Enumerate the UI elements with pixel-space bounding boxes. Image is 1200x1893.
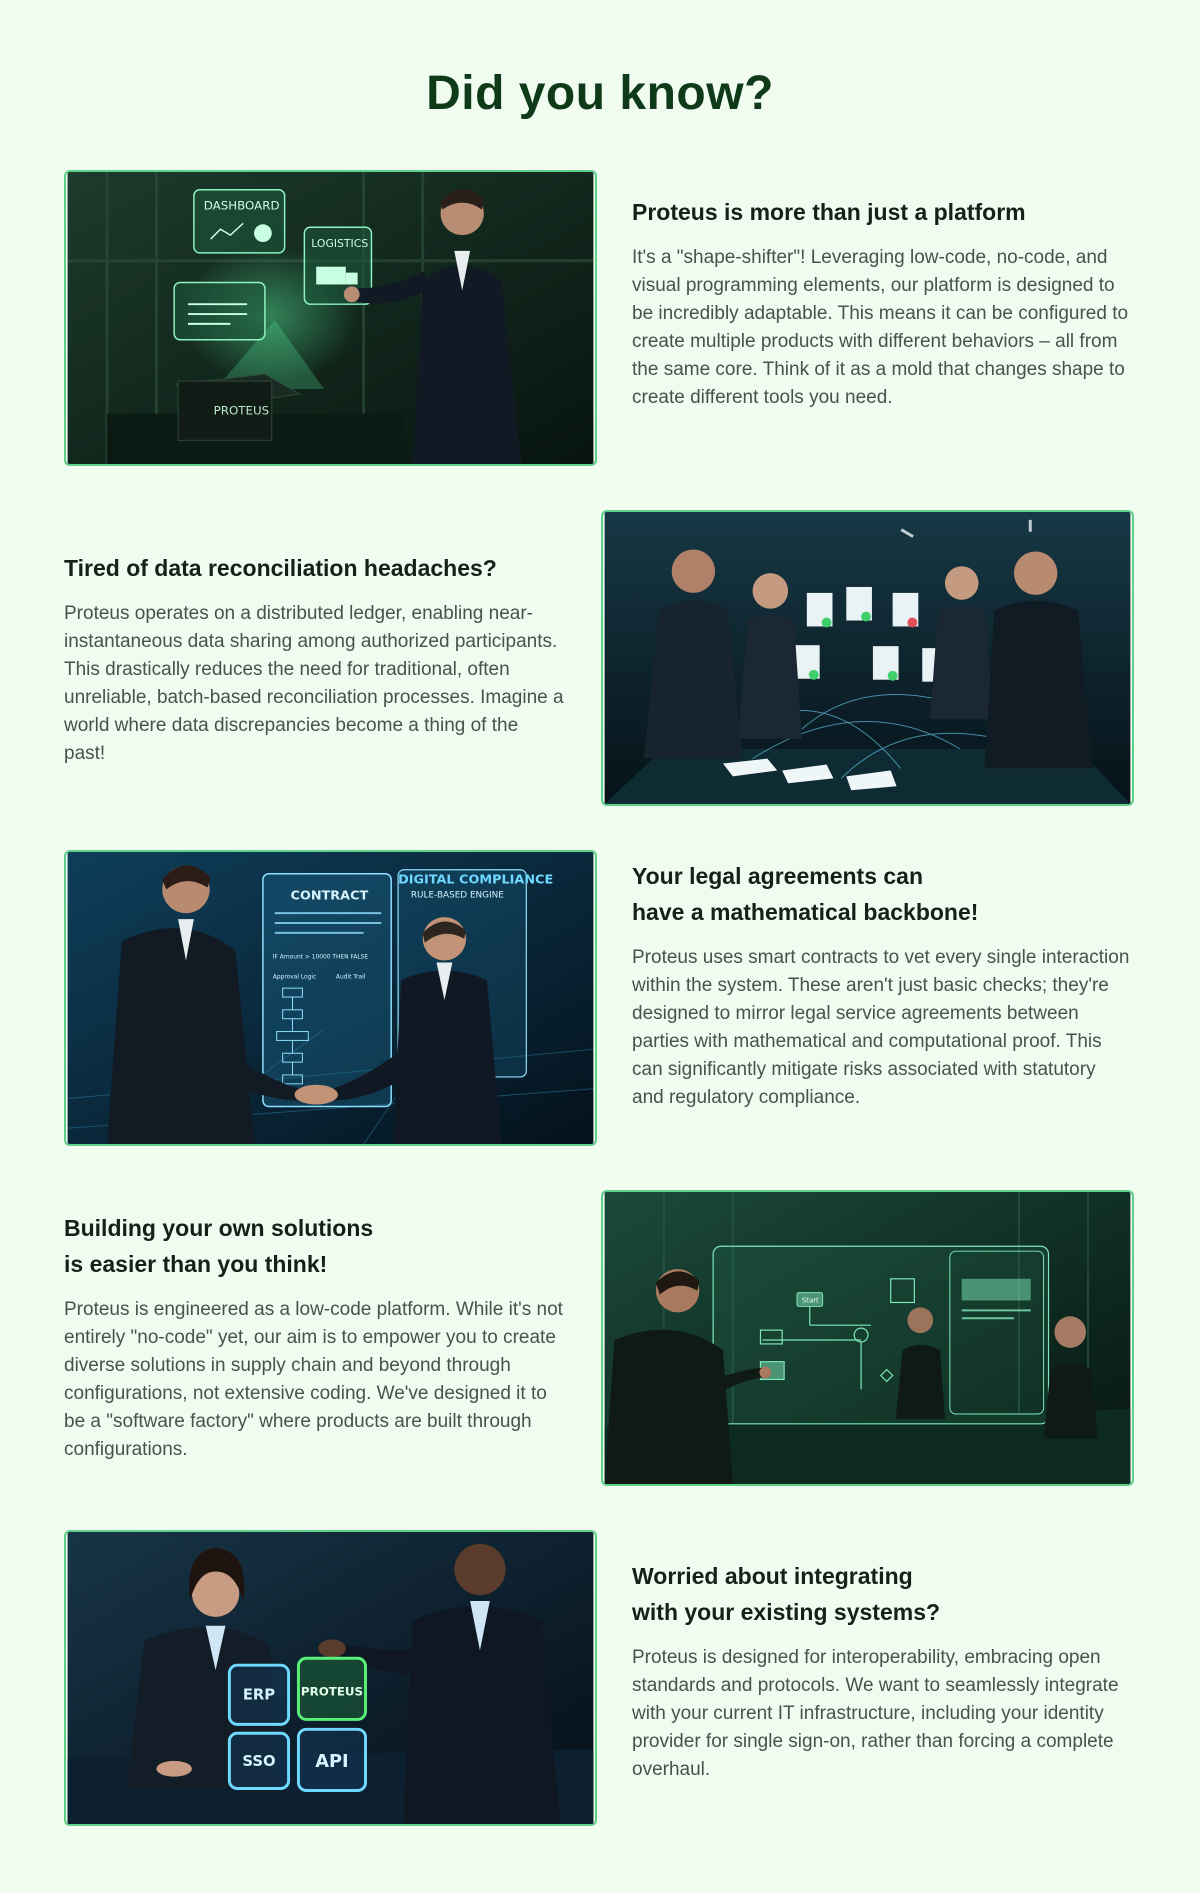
section-heading: Building your own solutions is easier th… xyxy=(64,1210,564,1282)
image-distributed-ledger xyxy=(601,510,1134,806)
proteus-box-label: PROTEUS xyxy=(214,404,270,418)
approval-logic-label: Approval Logic xyxy=(273,974,317,980)
image-smart-contract-handshake: CONTRACT IF Amount > 10000 THEN FALSE Ap… xyxy=(64,850,597,1146)
logistics-label: LOGISTICS xyxy=(311,237,368,250)
heading-line: Proteus is more than just a platform xyxy=(632,199,1026,225)
section-reconciliation: Tired of data reconciliation headaches? … xyxy=(64,510,1134,808)
api-label: API xyxy=(315,1752,348,1772)
did-you-know-page: Did you know? DASHBOARD LOGISTICS PROTEU… xyxy=(0,0,1200,1893)
section-low-code-text: Building your own solutions is easier th… xyxy=(64,1210,564,1464)
section-body: Proteus operates on a distributed ledger… xyxy=(64,603,564,764)
dashboard-label: DASHBOARD xyxy=(204,198,280,212)
contract-rule: IF Amount > 10000 THEN FALSE xyxy=(273,955,369,961)
workflow-start-label: Start xyxy=(802,1296,819,1304)
heading-line: Building your own solutions xyxy=(64,1215,374,1241)
section-heading: Proteus is more than just a platform xyxy=(632,194,1132,230)
page-title: Did you know? xyxy=(426,67,774,120)
heading-line: Worried about integrating xyxy=(632,1563,913,1589)
section-platform: DASHBOARD LOGISTICS PROTEUS Proteus is m… xyxy=(64,170,1134,468)
proteus-puzzle-label: PROTEUS xyxy=(301,1685,363,1699)
section-platform-text: Proteus is more than just a platform It'… xyxy=(632,194,1132,412)
workflow-screen xyxy=(712,1245,1050,1425)
heading-line: is easier than you think! xyxy=(64,1251,328,1277)
audit-trail-label: Audit Trail xyxy=(336,974,366,980)
heading-line: Tired of data reconciliation headaches? xyxy=(64,555,497,581)
section-body: Proteus is engineered as a low-code plat… xyxy=(64,1299,563,1460)
engine-label: RULE-BASED ENGINE xyxy=(411,890,504,900)
heading-line: with your existing systems? xyxy=(632,1599,941,1625)
section-reconciliation-text: Tired of data reconciliation headaches? … xyxy=(64,550,564,768)
contract-label: CONTRACT xyxy=(291,888,369,903)
section-interoperability: ERP PROTEUS SSO API Worried about integr… xyxy=(64,1530,1134,1828)
section-smart-contracts: CONTRACT IF Amount > 10000 THEN FALSE Ap… xyxy=(64,850,1134,1148)
document-panel xyxy=(173,281,266,341)
section-heading: Your legal agreements can have a mathema… xyxy=(632,858,1132,930)
section-body: Proteus is designed for interoperability… xyxy=(632,1647,1119,1780)
section-interoperability-text: Worried about integrating with your exis… xyxy=(632,1558,1132,1784)
image-shape-shifter: DASHBOARD LOGISTICS PROTEUS xyxy=(64,170,597,466)
erp-label: ERP xyxy=(243,1687,275,1704)
section-smart-contracts-text: Your legal agreements can have a mathema… xyxy=(632,858,1132,1112)
compliance-label: DIGITAL COMPLIANCE xyxy=(398,873,553,888)
sso-label: SSO xyxy=(242,1753,275,1770)
heading-line: Your legal agreements can xyxy=(632,863,924,889)
section-body: Proteus uses smart contracts to vet ever… xyxy=(632,947,1130,1108)
image-software-factory: Start xyxy=(601,1190,1134,1486)
heading-line: have a mathematical backbone! xyxy=(632,899,979,925)
section-low-code: Building your own solutions is easier th… xyxy=(64,1190,1134,1488)
image-integration-puzzle: ERP PROTEUS SSO API xyxy=(64,1530,597,1826)
section-body: It's a "shape-shifter"! Leveraging low-c… xyxy=(632,247,1129,408)
section-heading: Tired of data reconciliation headaches? xyxy=(64,550,564,586)
section-heading: Worried about integrating with your exis… xyxy=(632,1558,1132,1630)
